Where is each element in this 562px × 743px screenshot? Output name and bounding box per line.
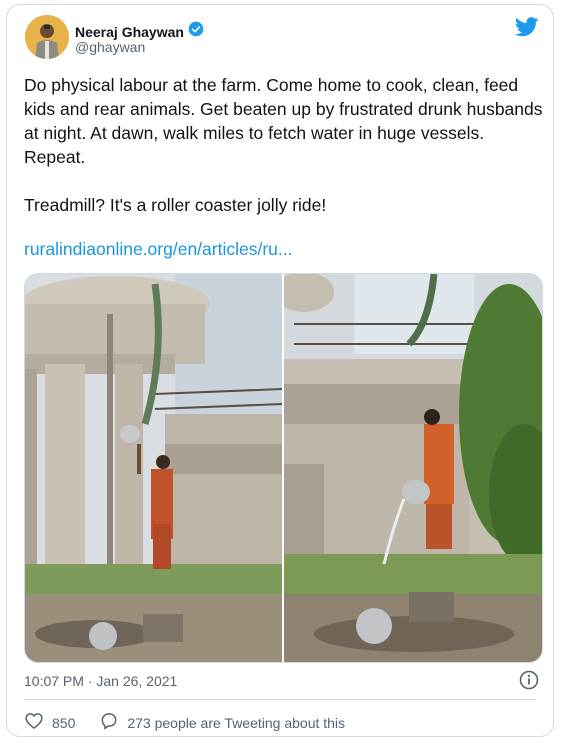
photo-woman-at-tap[interactable] (25, 274, 284, 662)
photo-woman-filling-water[interactable] (284, 274, 542, 662)
divider (24, 699, 536, 700)
verified-badge-icon (188, 21, 204, 42)
conversation-text: 273 people are Tweeting about this (127, 714, 346, 731)
author-handle[interactable]: @ghaywan (75, 39, 145, 55)
heart-icon[interactable] (24, 711, 44, 734)
comment-icon[interactable] (99, 711, 119, 734)
tweet-card: Neeraj Ghaywan @ghaywan Do physical labo… (6, 4, 554, 737)
conversation-stat[interactable]: 273 people are Tweeting about this (99, 711, 345, 734)
info-icon[interactable] (519, 670, 539, 690)
tweet-media[interactable] (24, 273, 543, 663)
tweet-stats: 850 273 people are Tweeting about this (24, 711, 369, 734)
like-count: 850 (52, 714, 76, 731)
like-stat[interactable]: 850 (24, 711, 75, 734)
author-name[interactable]: Neeraj Ghaywan (75, 24, 184, 40)
tweet-text: Do physical labour at the farm. Come hom… (24, 75, 543, 215)
avatar[interactable] (25, 15, 69, 59)
tweet-timestamp[interactable]: 10:07 PM · Jan 26, 2021 (24, 673, 177, 689)
twitter-bird-icon[interactable] (514, 17, 539, 37)
article-link[interactable]: ruralindiaonline.org/en/articles/ru... (24, 239, 292, 260)
